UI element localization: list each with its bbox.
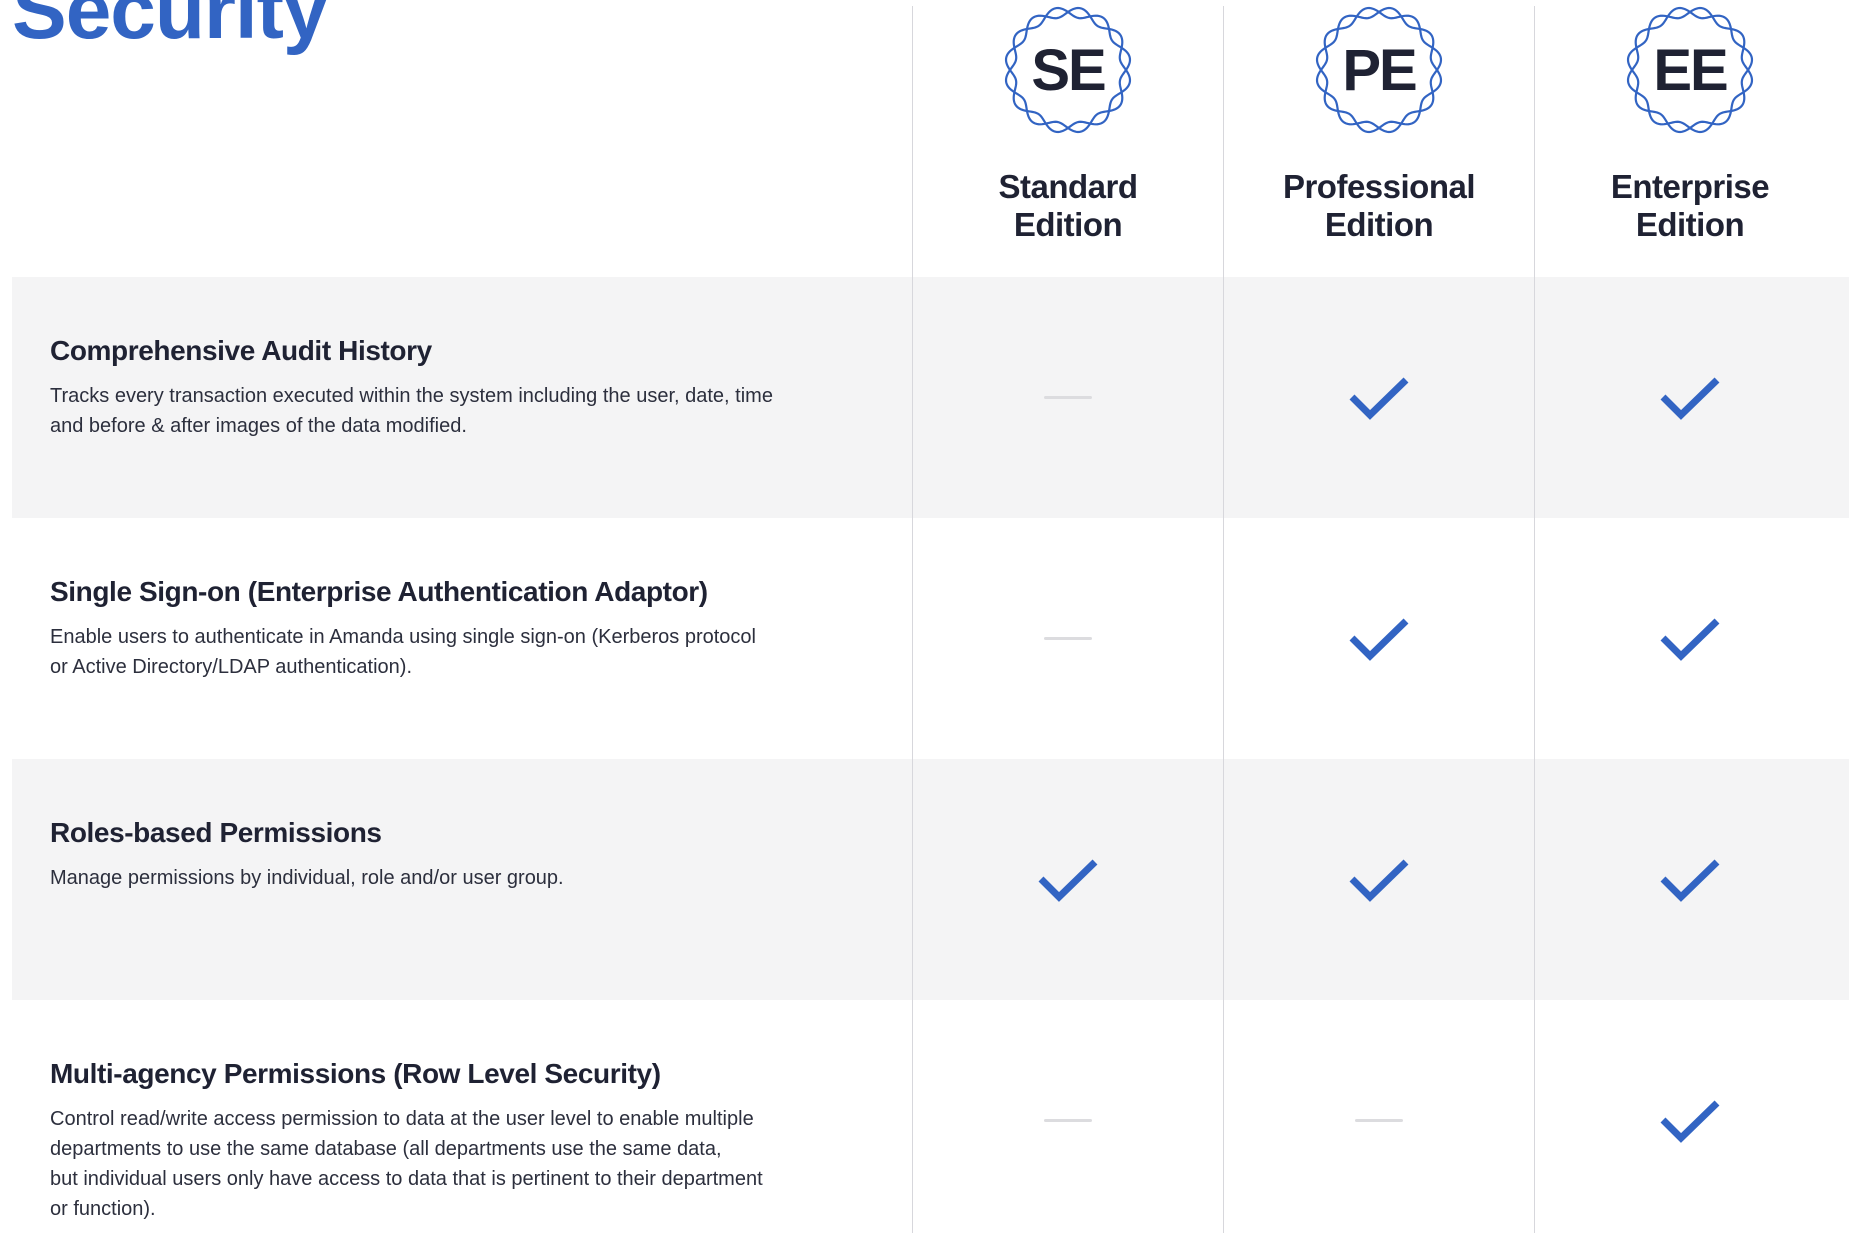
edition-name-line: Enterprise [1610, 168, 1770, 205]
feature-title: Single Sign-on (Enterprise Authenticatio… [50, 576, 708, 607]
checkmark-icon [1659, 857, 1721, 903]
rosette-badge-icon: SE [988, 0, 1148, 150]
rosette-badge-icon: EE [1610, 0, 1770, 150]
checkmark-icon [1659, 375, 1721, 421]
availability-cell [1535, 277, 1845, 518]
feature-description-line: Tracks every transaction executed within… [50, 385, 773, 407]
edition-name-line: Edition [1635, 206, 1745, 243]
edition-abbreviation: SE [1031, 37, 1106, 103]
feature-description-line: but individual users only have access to… [50, 1168, 763, 1190]
feature-description: Enable users to authenticate in Amanda u… [50, 622, 870, 682]
availability-cell [913, 518, 1223, 759]
edition-name-line: Standard [998, 168, 1138, 205]
availability-cell [1224, 759, 1534, 1000]
feature-description: Tracks every transaction executed within… [50, 381, 870, 441]
edition-name: Enterprise Edition [1535, 168, 1845, 244]
edition-name-line: Edition [1324, 206, 1434, 243]
rosette-badge-icon: PE [1299, 0, 1459, 150]
feature-description: Control read/write access permission to … [50, 1104, 870, 1224]
availability-cell [913, 759, 1223, 1000]
availability-cell [1535, 518, 1845, 759]
dash-icon [1044, 1119, 1092, 1122]
availability-cell [913, 277, 1223, 518]
edition-name: Professional Edition [1224, 168, 1534, 244]
feature-title: Multi-agency Permissions (Row Level Secu… [50, 1058, 661, 1089]
edition-name-line: Edition [1013, 206, 1123, 243]
edition-name-line: Professional [1282, 168, 1476, 205]
feature-description-line: departments to use the same database (al… [50, 1138, 722, 1160]
availability-cell [1224, 1000, 1534, 1241]
feature-description-line: and before & after images of the data mo… [50, 415, 467, 437]
checkmark-icon [1348, 857, 1410, 903]
feature-description: Manage permissions by individual, role a… [50, 863, 870, 893]
feature-description-line: Manage permissions by individual, role a… [50, 867, 564, 889]
checkmark-icon [1659, 1098, 1721, 1144]
edition-abbreviation: PE [1342, 37, 1417, 103]
availability-cell [1224, 518, 1534, 759]
availability-cell [1535, 1000, 1845, 1241]
feature-description-line: or Active Directory/LDAP authentication)… [50, 656, 413, 678]
checkmark-icon [1348, 616, 1410, 662]
availability-cell [1224, 277, 1534, 518]
feature-title: Roles-based Permissions [50, 817, 382, 848]
checkmark-icon [1659, 616, 1721, 662]
checkmark-icon [1037, 857, 1099, 903]
feature-description-line: Enable users to authenticate in Amanda u… [50, 626, 756, 648]
edition-abbreviation: EE [1653, 37, 1728, 103]
dash-icon [1355, 1119, 1403, 1122]
edition-name: Standard Edition [913, 168, 1223, 244]
feature-description-line: or function). [50, 1198, 156, 1220]
dash-icon [1044, 396, 1092, 399]
dash-icon [1044, 637, 1092, 640]
checkmark-icon [1348, 375, 1410, 421]
page-title: Security [12, 0, 329, 56]
feature-description-line: Control read/write access permission to … [50, 1108, 754, 1130]
availability-cell [913, 1000, 1223, 1241]
feature-title: Comprehensive Audit History [50, 335, 432, 366]
availability-cell [1535, 759, 1845, 1000]
